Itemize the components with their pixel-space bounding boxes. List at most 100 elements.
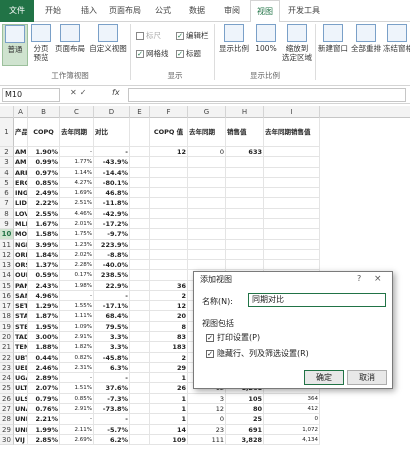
- table-cell[interactable]: -17.2%: [94, 218, 130, 230]
- select-all-corner[interactable]: [0, 106, 14, 118]
- tab-0[interactable]: 文件: [0, 0, 34, 22]
- row-header[interactable]: 18: [0, 311, 14, 322]
- table-cell[interactable]: [150, 188, 188, 199]
- table-cell[interactable]: 20: [150, 311, 188, 322]
- table-cell[interactable]: [188, 157, 226, 168]
- table-cell[interactable]: [226, 229, 264, 240]
- table-cell[interactable]: 3,828: [226, 434, 264, 446]
- table-cell[interactable]: 36: [150, 280, 188, 291]
- table-cell[interactable]: [188, 198, 226, 209]
- table-cell[interactable]: [130, 270, 150, 281]
- table-cell[interactable]: TEN: [14, 342, 28, 353]
- table-cell[interactable]: 2.46%: [28, 362, 60, 374]
- table-cell[interactable]: 29: [150, 362, 188, 374]
- table-cell[interactable]: ORP: [14, 249, 28, 261]
- table-cell[interactable]: 79.5%: [94, 321, 130, 333]
- table-cell[interactable]: 1.77%: [60, 157, 94, 168]
- table-cell[interactable]: 1.23%: [60, 239, 94, 250]
- table-cell[interactable]: SET: [14, 301, 28, 312]
- row-header[interactable]: 10: [0, 229, 14, 240]
- table-cell[interactable]: [226, 198, 264, 209]
- table-cell[interactable]: 364: [264, 393, 320, 404]
- row-header[interactable]: 15: [0, 280, 14, 291]
- table-cell[interactable]: [150, 167, 188, 178]
- table-cell[interactable]: 6.2%: [94, 434, 130, 446]
- table-cell[interactable]: [150, 157, 188, 168]
- table-cell[interactable]: [130, 239, 150, 250]
- table-cell[interactable]: [130, 342, 150, 353]
- table-cell[interactable]: 2.49%: [28, 188, 60, 199]
- table-cell[interactable]: 22.9%: [94, 280, 130, 291]
- table-cell[interactable]: 0.97%: [28, 167, 60, 178]
- row-header[interactable]: 12: [0, 249, 14, 261]
- table-cell[interactable]: UBT: [14, 352, 28, 363]
- table-cell[interactable]: 3.99%: [28, 239, 60, 250]
- table-cell[interactable]: -: [60, 147, 94, 158]
- table-cell[interactable]: 2.31%: [60, 362, 94, 374]
- table-cell[interactable]: [130, 260, 150, 271]
- table-cell[interactable]: 1: [150, 414, 188, 425]
- header-cell-a[interactable]: 产品: [14, 118, 28, 147]
- table-cell[interactable]: OUP: [14, 270, 28, 281]
- table-cell[interactable]: ULT: [14, 383, 28, 394]
- table-cell[interactable]: [264, 198, 320, 209]
- table-cell[interactable]: [264, 218, 320, 230]
- table-cell[interactable]: [150, 198, 188, 209]
- row-header[interactable]: 17: [0, 301, 14, 312]
- new-window-button[interactable]: 新建窗口: [317, 24, 349, 66]
- table-cell[interactable]: 12: [150, 147, 188, 158]
- table-cell[interactable]: 1.29%: [28, 301, 60, 312]
- row-header[interactable]: 30: [0, 434, 14, 446]
- table-cell[interactable]: 3.00%: [28, 332, 60, 343]
- header-cell-g[interactable]: 去年同期: [188, 118, 226, 147]
- table-cell[interactable]: 3: [188, 393, 226, 404]
- tab-2[interactable]: 插入: [74, 0, 104, 22]
- row-header[interactable]: 24: [0, 373, 14, 384]
- table-cell[interactable]: 223.9%: [94, 239, 130, 250]
- table-cell[interactable]: 2.85%: [28, 434, 60, 446]
- table-cell[interactable]: [264, 260, 320, 271]
- table-cell[interactable]: 0.82%: [60, 352, 94, 363]
- table-cell[interactable]: UGA: [14, 373, 28, 384]
- table-cell[interactable]: 0: [188, 147, 226, 158]
- table-cell[interactable]: 0.59%: [28, 270, 60, 281]
- table-cell[interactable]: -11.8%: [94, 198, 130, 209]
- table-cell[interactable]: LID: [14, 198, 28, 209]
- table-cell[interactable]: [130, 147, 150, 158]
- table-cell[interactable]: 1: [150, 393, 188, 404]
- table-cell[interactable]: [188, 218, 226, 230]
- row-header[interactable]: 4: [0, 167, 14, 178]
- header-cell-h[interactable]: 销售值: [226, 118, 264, 147]
- table-cell[interactable]: 1.88%: [28, 342, 60, 353]
- table-cell[interactable]: [130, 424, 150, 435]
- table-cell[interactable]: 0.85%: [28, 177, 60, 189]
- table-cell[interactable]: 2.89%: [28, 373, 60, 384]
- table-cell[interactable]: [226, 167, 264, 178]
- header-cell-d[interactable]: 对比: [94, 118, 130, 147]
- ruler-checkbox[interactable]: 标尺: [136, 30, 161, 41]
- table-cell[interactable]: 109: [150, 434, 188, 446]
- column-header-E[interactable]: E: [130, 106, 150, 118]
- table-cell[interactable]: 83: [150, 332, 188, 343]
- table-cell[interactable]: ARP: [14, 167, 28, 178]
- freeze-panes-button[interactable]: 冻结窗格: [383, 24, 410, 66]
- table-cell[interactable]: [130, 373, 150, 384]
- normal-view-button[interactable]: 普通: [2, 24, 28, 66]
- table-cell[interactable]: [130, 290, 150, 302]
- table-cell[interactable]: [130, 229, 150, 240]
- header-cell-b[interactable]: COPQ: [28, 118, 60, 147]
- table-cell[interactable]: 1.37%: [28, 260, 60, 271]
- table-cell[interactable]: 2.07%: [28, 383, 60, 394]
- table-cell[interactable]: [150, 260, 188, 271]
- row-header[interactable]: 26: [0, 393, 14, 404]
- table-cell[interactable]: 0: [188, 414, 226, 425]
- table-cell[interactable]: UNB: [14, 414, 28, 425]
- row-header[interactable]: 14: [0, 270, 14, 281]
- table-cell[interactable]: [130, 434, 150, 446]
- table-cell[interactable]: 1.55%: [60, 301, 94, 312]
- spreadsheet-grid[interactable]: ABCDEFGHI 1 产品 COPQ 去年同期 对比 COPQ 值去年同期 销售值 去年同期…: [0, 106, 410, 449]
- row-header[interactable]: 27: [0, 404, 14, 415]
- row-header[interactable]: 25: [0, 383, 14, 394]
- table-cell[interactable]: 0: [264, 414, 320, 425]
- table-cell[interactable]: PAN: [14, 280, 28, 291]
